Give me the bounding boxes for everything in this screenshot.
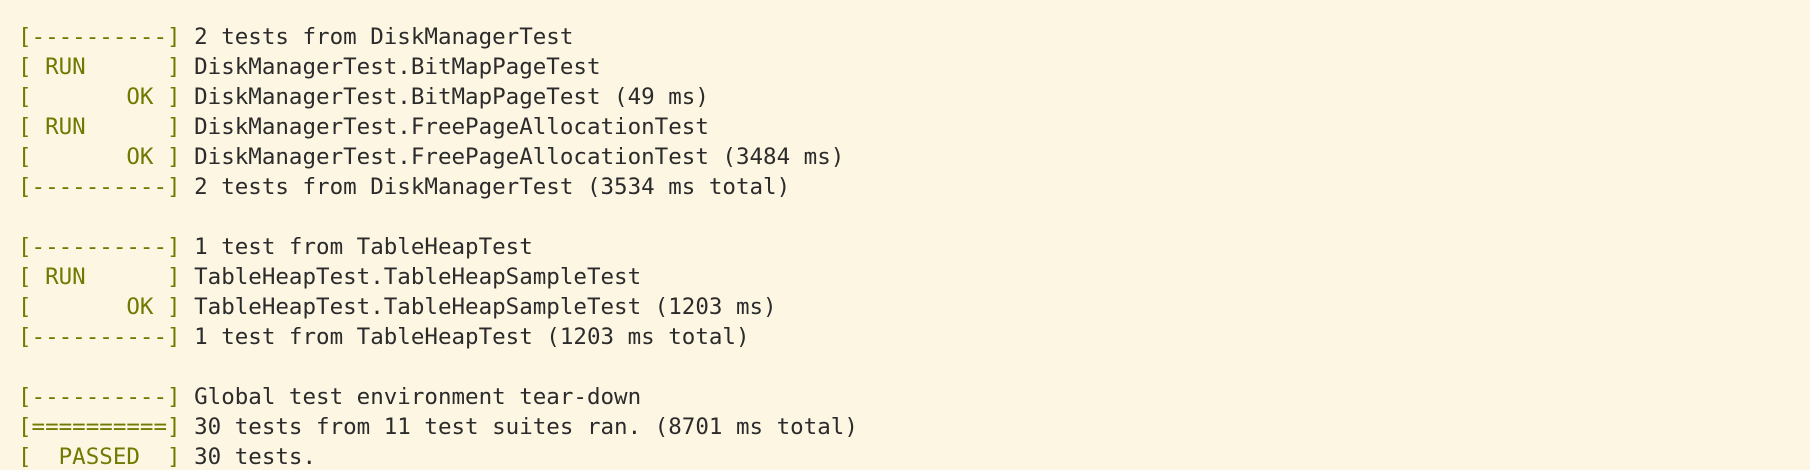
test-output-text: DiskManagerTest.BitMapPageTest (180, 54, 601, 80)
terminal-line: [ OK ] TableHeapTest.TableHeapSampleTest… (18, 292, 1810, 322)
test-output-text: Global test environment tear-down (180, 384, 642, 410)
test-output-text: 1 test from TableHeapTest (180, 234, 533, 260)
terminal-line: [----------] 2 tests from DiskManagerTes… (18, 22, 1810, 52)
test-status-tag: [----------] (18, 24, 181, 50)
test-status-tag: [ OK ] (18, 294, 181, 320)
test-status-tag: [----------] (18, 324, 181, 350)
test-output-text: TableHeapTest.TableHeapSampleTest (180, 264, 642, 290)
terminal-line: [ RUN ] DiskManagerTest.FreePageAllocati… (18, 112, 1810, 142)
test-output-text: DiskManagerTest.FreePageAllocationTest (… (180, 144, 845, 170)
test-status-tag: [----------] (18, 234, 181, 260)
test-status-tag: [----------] (18, 384, 181, 410)
terminal-line: [----------] 1 test from TableHeapTest (… (18, 322, 1810, 352)
terminal-line: [ PASSED ] 30 tests. (18, 442, 1810, 470)
terminal-line: [==========] 30 tests from 11 test suite… (18, 412, 1810, 442)
test-status-tag: [ OK ] (18, 84, 181, 110)
test-status-tag: [ RUN ] (18, 264, 181, 290)
test-status-tag: [ RUN ] (18, 54, 181, 80)
test-output-text: DiskManagerTest.BitMapPageTest (49 ms) (180, 84, 709, 110)
terminal-line: [----------] 2 tests from DiskManagerTes… (18, 172, 1810, 202)
test-status-tag: [ PASSED ] (18, 444, 181, 470)
test-output-text: 30 tests. (180, 444, 317, 470)
test-output-text: 30 tests from 11 test suites ran. (8701 … (180, 414, 858, 440)
terminal-line: [----------] Global test environment tea… (18, 382, 1810, 412)
terminal-line: [ OK ] DiskManagerTest.FreePageAllocatio… (18, 142, 1810, 172)
test-output-text: 2 tests from DiskManagerTest (3534 ms to… (180, 174, 791, 200)
test-status-tag: [ OK ] (18, 144, 181, 170)
test-output-text: DiskManagerTest.FreePageAllocationTest (180, 114, 709, 140)
test-output-text: 2 tests from DiskManagerTest (180, 24, 574, 50)
test-status-tag: [ RUN ] (18, 114, 181, 140)
terminal-line: [ OK ] DiskManagerTest.BitMapPageTest (4… (18, 82, 1810, 112)
terminal-line: [ RUN ] DiskManagerTest.BitMapPageTest (18, 52, 1810, 82)
terminal-line: [----------] 1 test from TableHeapTest (18, 232, 1810, 262)
terminal-line: [ RUN ] TableHeapTest.TableHeapSampleTes… (18, 262, 1810, 292)
terminal-output[interactable]: [----------] 2 tests from DiskManagerTes… (0, 0, 1810, 470)
test-output-text: 1 test from TableHeapTest (1203 ms total… (180, 324, 750, 350)
test-status-tag: [==========] (18, 414, 181, 440)
test-output-text: TableHeapTest.TableHeapSampleTest (1203 … (180, 294, 777, 320)
test-status-tag: [----------] (18, 174, 181, 200)
